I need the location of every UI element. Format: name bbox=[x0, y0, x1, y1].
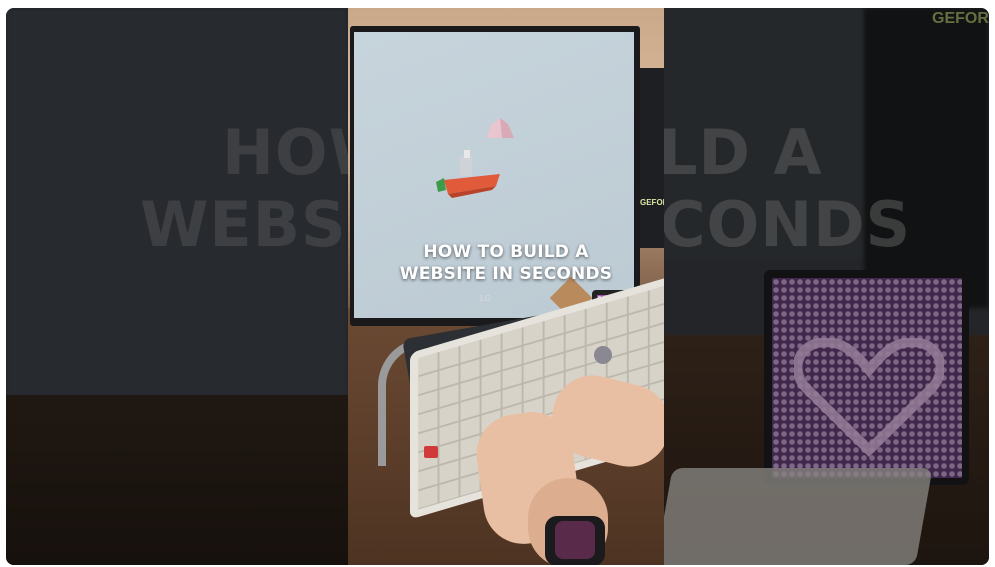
blurred-background-left: HOW WEBSI bbox=[6, 8, 348, 565]
watch-face bbox=[555, 521, 595, 559]
monitor-logo: LG bbox=[480, 294, 491, 303]
caption-line-2: WEBSITE IN SECONDS bbox=[399, 264, 613, 284]
video-content[interactable]: GEFOR LG bbox=[348, 8, 664, 565]
gpu-brand-label: GEFOR bbox=[640, 198, 664, 207]
cloud-icon bbox=[486, 118, 514, 138]
keyboard-knob bbox=[594, 346, 612, 364]
video-caption: HOW TO BUILD A WEBSITE IN SECONDS bbox=[348, 241, 664, 285]
video-frame[interactable]: HOW WEBSI GEFOR LD A CONDS GEFOR bbox=[6, 8, 989, 565]
caption-line-1: HOW TO BUILD A bbox=[423, 242, 589, 262]
blurred-background-right: GEFOR LD A CONDS bbox=[664, 8, 989, 565]
carrot-spaceship-icon bbox=[436, 150, 500, 198]
